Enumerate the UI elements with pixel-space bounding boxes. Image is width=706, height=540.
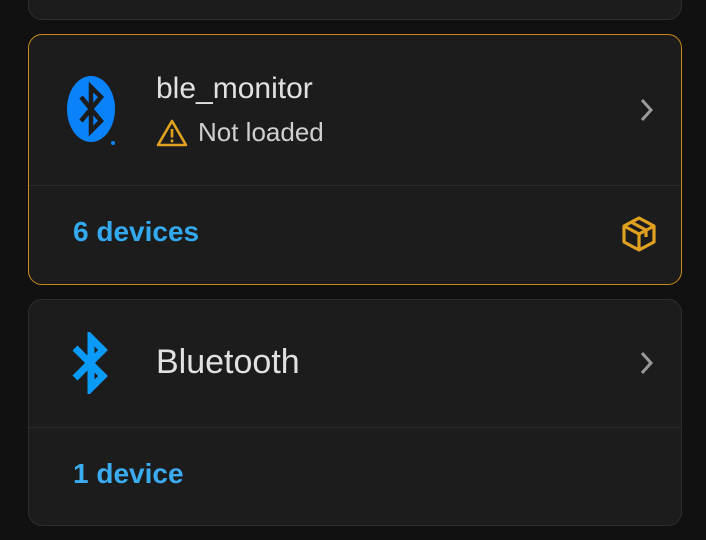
integration-card-footer: 6 devices [29, 184, 681, 284]
integration-card-header[interactable]: Bluetooth [29, 300, 681, 427]
integration-status: Not loaded [156, 117, 324, 148]
integration-card-bluetooth: Bluetooth 1 device [28, 299, 682, 526]
integration-card-header[interactable]: ble_monitor Not loaded [29, 35, 681, 185]
integration-title: Bluetooth [156, 343, 300, 381]
integration-card-ble-monitor: ble_monitor Not loaded 6 devices [28, 34, 682, 285]
devices-link[interactable]: 6 devices [73, 216, 199, 248]
integration-card-partial[interactable] [28, 0, 682, 20]
warning-triangle-icon [156, 119, 198, 147]
bluetooth-icon [69, 329, 113, 397]
integration-card-footer: 1 device [29, 426, 681, 525]
integration-title: ble_monitor [156, 72, 313, 105]
devices-link[interactable]: 1 device [73, 458, 184, 490]
bluetooth-logo-icon [67, 75, 119, 147]
chevron-right-icon[interactable] [637, 350, 655, 376]
chevron-right-icon[interactable] [637, 97, 655, 123]
status-text: Not loaded [198, 117, 324, 147]
custom-integration-package-icon [619, 214, 659, 259]
